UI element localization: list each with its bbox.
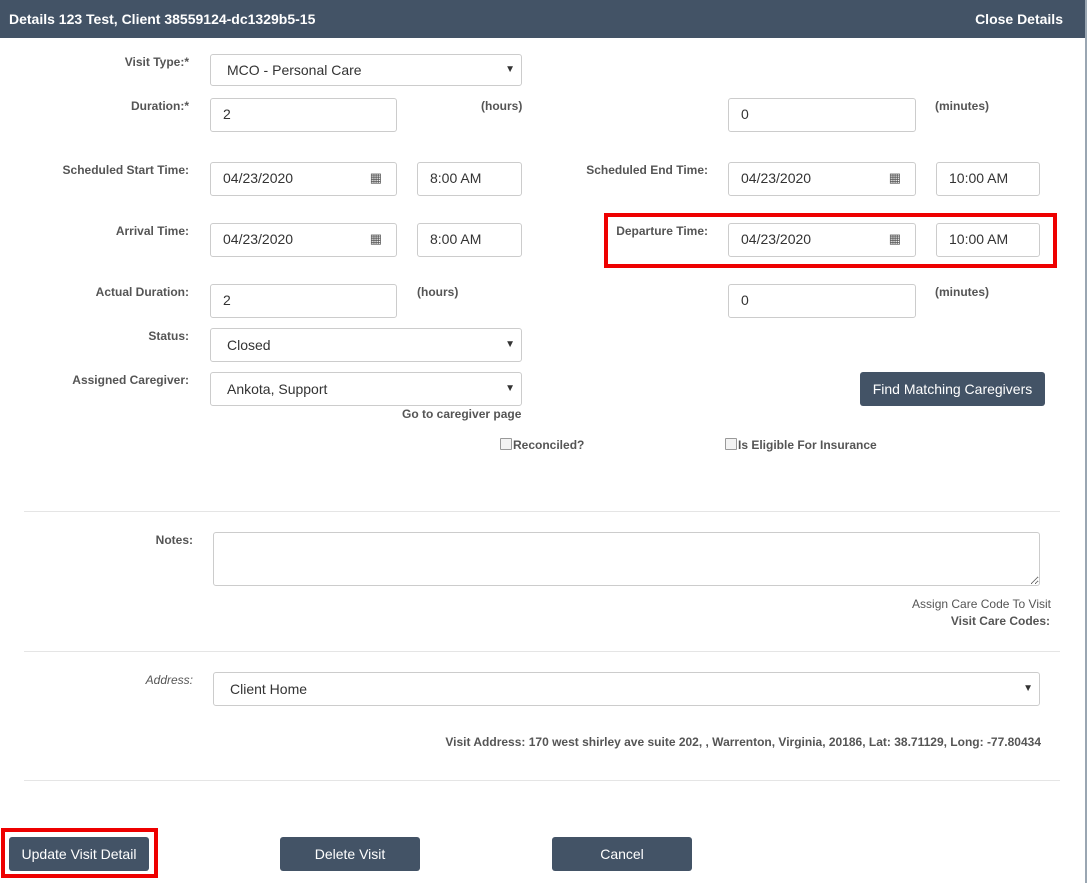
reconciled-label: Reconciled? — [513, 438, 585, 452]
scheduled-start-time-input[interactable]: 8:00 AM — [417, 162, 522, 196]
status-value: Closed — [227, 337, 271, 353]
visit-care-codes-label: Visit Care Codes: — [950, 614, 1050, 628]
caregiver-label: Assigned Caregiver: — [72, 373, 189, 387]
actual-duration-minutes-unit: (minutes) — [935, 285, 989, 299]
departure-label: Departure Time: — [616, 224, 708, 238]
arrival-date-input[interactable]: 04/23/2020 ▦ — [210, 223, 397, 257]
calendar-icon[interactable]: ▦ — [889, 163, 901, 193]
eligible-insurance-label: Is Eligible For Insurance — [738, 438, 877, 452]
calendar-icon[interactable]: ▦ — [370, 224, 382, 254]
divider — [24, 511, 1060, 512]
chevron-down-icon: ▼ — [1023, 683, 1033, 694]
arrival-label: Arrival Time: — [115, 224, 189, 238]
arrival-date-value: 04/23/2020 — [223, 231, 294, 247]
find-matching-caregivers-button[interactable]: Find Matching Caregivers — [860, 372, 1045, 406]
duration-hours-unit: (hours) — [481, 99, 523, 113]
actual-duration-hours-unit: (hours) — [417, 285, 459, 299]
cancel-button[interactable]: Cancel — [552, 837, 692, 871]
departure-date-value: 04/23/2020 — [741, 231, 812, 247]
visit-type-value: MCO - Personal Care — [227, 62, 362, 78]
actual-duration-label: Actual Duration: — [95, 285, 189, 299]
actual-duration-hours-input[interactable]: 2 — [210, 284, 397, 318]
details-header: Details 123 Test, Client 38559124-dc1329… — [0, 0, 1085, 38]
scheduled-start-label: Scheduled Start Time: — [62, 163, 189, 177]
eligible-insurance-checkbox[interactable]: Is Eligible For Insurance — [725, 438, 877, 452]
duration-minutes-input[interactable]: 0 — [728, 98, 916, 132]
divider — [24, 651, 1060, 652]
scheduled-end-time-input[interactable]: 10:00 AM — [936, 162, 1040, 196]
duration-minutes-unit: (minutes) — [935, 99, 989, 113]
scheduled-end-label: Scheduled End Time: — [586, 163, 708, 177]
delete-visit-button[interactable]: Delete Visit — [280, 837, 420, 871]
actual-duration-minutes-input[interactable]: 0 — [728, 284, 916, 318]
scheduled-start-date-input[interactable]: 04/23/2020 ▦ — [210, 162, 397, 196]
status-label: Status: — [148, 329, 189, 343]
go-to-caregiver-link[interactable]: Go to caregiver page — [402, 407, 521, 421]
divider — [24, 780, 1060, 781]
visit-type-select[interactable]: MCO - Personal Care ▼ — [210, 54, 522, 86]
calendar-icon[interactable]: ▦ — [370, 163, 382, 193]
details-title: Details 123 Test, Client 38559124-dc1329… — [9, 11, 316, 27]
checkbox-box[interactable] — [500, 438, 512, 450]
duration-label: Duration:* — [131, 99, 189, 113]
visit-type-label: Visit Type:* — [124, 55, 189, 69]
departure-time-input[interactable]: 10:00 AM — [936, 223, 1040, 257]
scheduled-start-date-value: 04/23/2020 — [223, 170, 294, 186]
departure-date-input[interactable]: 04/23/2020 ▦ — [728, 223, 916, 257]
visit-address-text: Visit Address: 170 west shirley ave suit… — [445, 735, 1041, 749]
arrival-time-input[interactable]: 8:00 AM — [417, 223, 522, 257]
chevron-down-icon: ▼ — [505, 64, 515, 75]
checkbox-box[interactable] — [725, 438, 737, 450]
address-select[interactable]: Client Home ▼ — [213, 672, 1040, 706]
chevron-down-icon: ▼ — [505, 383, 515, 394]
address-value: Client Home — [230, 681, 308, 697]
update-visit-detail-button[interactable]: Update Visit Detail — [9, 837, 149, 871]
notes-textarea[interactable] — [213, 532, 1040, 586]
reconciled-checkbox[interactable]: Reconciled? — [500, 438, 584, 452]
caregiver-select[interactable]: Ankota, Support ▼ — [210, 372, 522, 406]
duration-hours-input[interactable]: 2 — [210, 98, 397, 132]
caregiver-value: Ankota, Support — [227, 381, 328, 397]
assign-care-code-link[interactable]: Assign Care Code To Visit — [880, 597, 1051, 611]
status-select[interactable]: Closed ▼ — [210, 328, 522, 362]
address-label: Address: — [145, 673, 193, 687]
chevron-down-icon: ▼ — [505, 339, 515, 350]
scheduled-end-date-value: 04/23/2020 — [741, 170, 812, 186]
close-details-link[interactable]: Close Details — [975, 11, 1063, 27]
calendar-icon[interactable]: ▦ — [889, 224, 901, 254]
scheduled-end-date-input[interactable]: 04/23/2020 ▦ — [728, 162, 916, 196]
notes-label: Notes: — [155, 533, 193, 547]
